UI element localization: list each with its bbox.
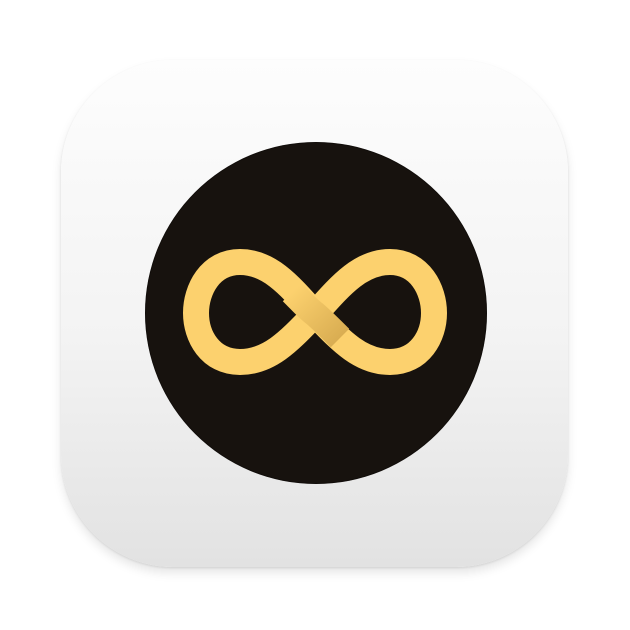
infinity-icon — [182, 248, 448, 376]
infinity-right-loop — [297, 248, 448, 376]
icon-canvas — [0, 0, 630, 630]
